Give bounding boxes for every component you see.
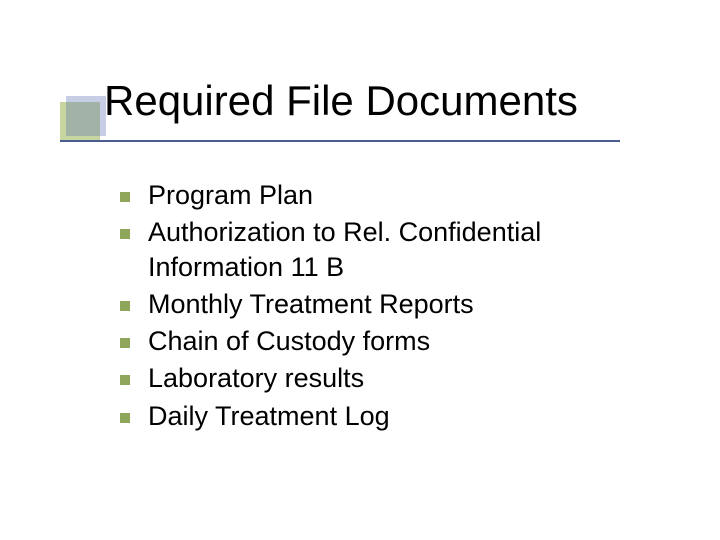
- list-item-text: Monthly Treatment Reports: [148, 287, 474, 322]
- square-bullet-icon: [120, 375, 130, 385]
- list-item-text: Program Plan: [148, 178, 313, 213]
- title-block: Required File Documents: [60, 78, 680, 148]
- list-item-text: Authorization to Rel. Confidential Infor…: [148, 215, 660, 285]
- list-item-text: Daily Treatment Log: [148, 399, 390, 434]
- square-bullet-icon: [120, 338, 130, 348]
- square-bullet-icon: [120, 229, 130, 239]
- list-item: Laboratory results: [120, 361, 660, 396]
- list-item: Authorization to Rel. Confidential Infor…: [120, 215, 660, 285]
- list-item: Chain of Custody forms: [120, 324, 660, 359]
- list-item: Program Plan: [120, 178, 660, 213]
- slide: Required File Documents Program Plan Aut…: [0, 0, 720, 540]
- title-accent-icon: [66, 96, 106, 136]
- slide-title: Required File Documents: [104, 78, 578, 124]
- list-item-text: Chain of Custody forms: [148, 324, 430, 359]
- bullet-list: Program Plan Authorization to Rel. Confi…: [120, 178, 660, 436]
- list-item-text: Laboratory results: [148, 361, 364, 396]
- square-bullet-icon: [120, 413, 130, 423]
- list-item: Daily Treatment Log: [120, 399, 660, 434]
- square-bullet-icon: [120, 301, 130, 311]
- title-underline-icon: [60, 140, 620, 142]
- list-item: Monthly Treatment Reports: [120, 287, 660, 322]
- square-bullet-icon: [120, 192, 130, 202]
